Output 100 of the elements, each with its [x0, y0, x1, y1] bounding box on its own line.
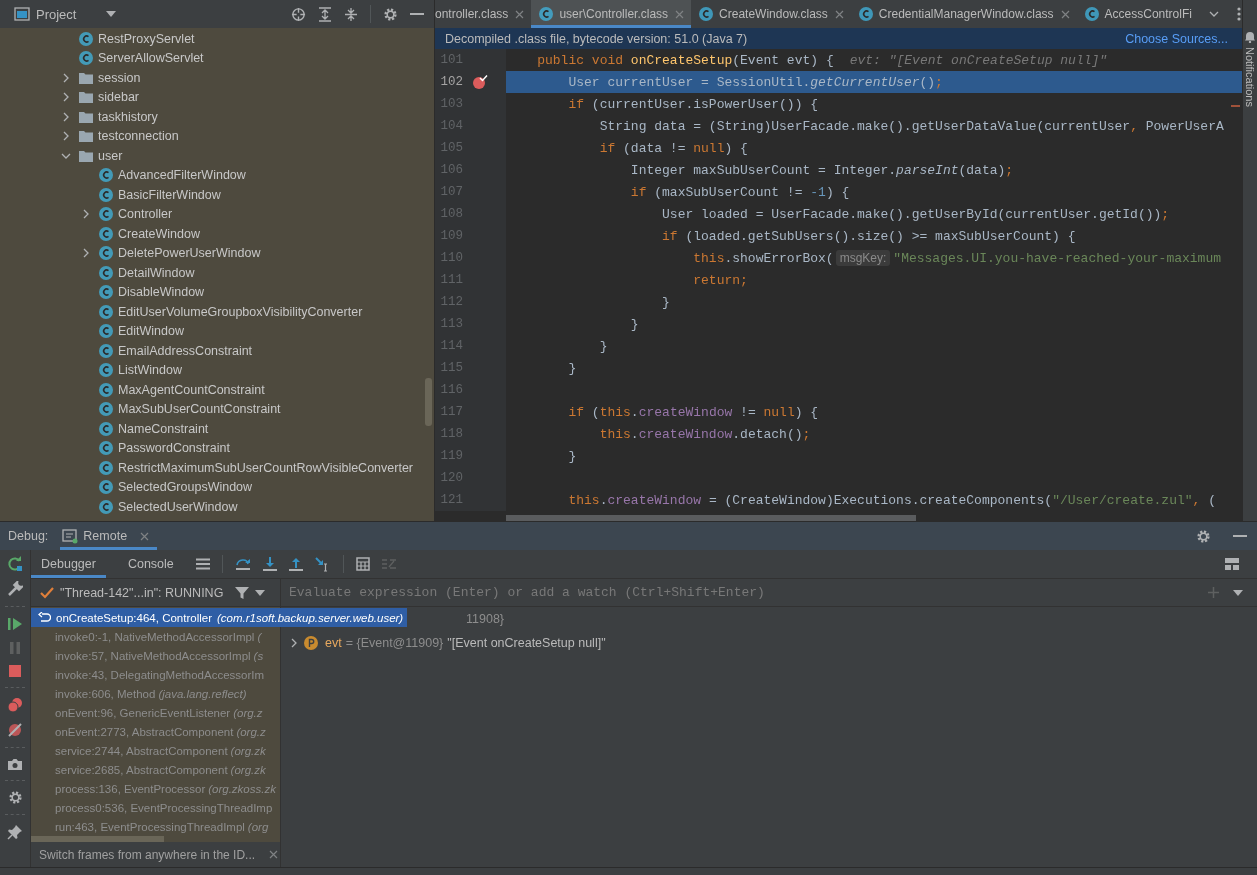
hint-text: Switch frames from anywhere in the ID...: [39, 847, 256, 862]
close-icon[interactable]: [515, 9, 525, 19]
class-icon: [98, 381, 114, 398]
scrollbar-thumb[interactable]: [31, 836, 164, 842]
minimize-icon[interactable]: [410, 12, 424, 16]
class-icon: [98, 498, 114, 515]
settings-icon[interactable]: [7, 790, 23, 805]
line-number: 102: [439, 75, 463, 89]
editor-tab[interactable]: user\Controller.class: [531, 0, 692, 28]
tree-item[interactable]: PasswordConstraint: [118, 441, 230, 456]
tree-item[interactable]: session: [98, 70, 141, 85]
close-icon[interactable]: [1060, 9, 1070, 19]
class-icon: [98, 167, 114, 184]
tree-item[interactable]: ListWindow: [118, 363, 182, 378]
tree-item[interactable]: MaxSubUserCountConstraint: [118, 402, 281, 417]
locate-icon[interactable]: [291, 6, 306, 22]
tree-item[interactable]: RestProxyServlet: [98, 31, 195, 46]
code-text: }: [568, 448, 577, 464]
menu-icon[interactable]: [195, 558, 210, 570]
scrollbar-thumb[interactable]: [506, 515, 916, 521]
tree-item[interactable]: BasicFilterWindow: [118, 187, 221, 202]
editor-tab[interactable]: AccessControlFi: [1076, 0, 1199, 28]
tree-item[interactable]: sidebar: [98, 90, 139, 105]
folder-icon: [78, 109, 94, 124]
mute-breakpoints-icon[interactable]: [7, 722, 23, 738]
more-icon[interactable]: [1236, 7, 1241, 21]
expand-all-icon[interactable]: [318, 6, 332, 22]
tree-item[interactable]: AdvancedFilterWindow: [118, 168, 246, 183]
bell-icon[interactable]: [1244, 30, 1256, 43]
close-icon[interactable]: [269, 850, 279, 859]
filter-icon[interactable]: [235, 585, 250, 600]
settings-icon[interactable]: [1196, 528, 1211, 544]
tree-item[interactable]: DeletePowerUserWindow: [118, 246, 261, 261]
stack-frame[interactable]: onCreateSetup:464, Controller (com.r1soft.backup.server.web.user): [31, 608, 408, 627]
tree-item[interactable]: testconnection: [98, 129, 179, 144]
tree-item[interactable]: ServerAllowServlet: [98, 51, 204, 66]
choose-sources-link[interactable]: Choose Sources...: [1125, 31, 1228, 46]
tree-item[interactable]: taskhistory: [98, 109, 158, 124]
expand-icon[interactable]: [289, 638, 299, 648]
parameter-icon: [303, 635, 319, 651]
tree-item[interactable]: EmailAddressConstraint: [118, 343, 253, 358]
session-tab[interactable]: Remote: [60, 522, 158, 550]
stack-frame[interactable]: invoke0:-1, NativeMethodAccessorImpl (: [31, 627, 262, 646]
minimize-icon[interactable]: [1233, 534, 1247, 538]
dropdown-icon[interactable]: [255, 589, 266, 596]
expand-icon[interactable]: [81, 248, 91, 259]
tree-item[interactable]: MaxAgentCountConstraint: [118, 382, 265, 397]
resume-icon[interactable]: [7, 616, 23, 632]
stop-icon[interactable]: [8, 664, 22, 678]
step-out-icon[interactable]: [288, 556, 303, 572]
class-icon: [78, 50, 94, 67]
inline-value-hint: evt: "[Event onCreateSetup null]": [849, 52, 1108, 68]
tree-item[interactable]: CreateWindow: [118, 226, 200, 241]
step-over-icon[interactable]: [234, 557, 251, 571]
folder-icon: [78, 129, 94, 144]
close-icon[interactable]: [834, 9, 844, 19]
expand-icon[interactable]: [61, 92, 71, 103]
expand-icon[interactable]: [61, 72, 71, 83]
folder-icon: [78, 70, 94, 85]
tree-item[interactable]: EditUserVolumeGroupboxVisibilityConverter: [118, 304, 363, 319]
editor-tab[interactable]: CreateWindow.class: [691, 0, 851, 28]
step-into-icon[interactable]: [262, 556, 277, 572]
code-text: }: [599, 338, 608, 354]
close-icon[interactable]: [140, 531, 150, 541]
calculator-icon[interactable]: [355, 557, 370, 571]
stack-frame[interactable]: run:463, EventProcessingThreadImpl (org: [31, 817, 269, 836]
collapse-all-icon[interactable]: [344, 6, 358, 22]
expand-icon[interactable]: [61, 131, 71, 142]
tree-item[interactable]: NameConstraint: [118, 421, 209, 436]
editor-tab[interactable]: ontroller.class: [435, 0, 532, 28]
debugger-tab[interactable]: Console: [117, 550, 184, 578]
rerun-icon[interactable]: [7, 556, 23, 572]
wrench-icon[interactable]: [7, 581, 23, 597]
dropdown-icon[interactable]: [1233, 589, 1243, 596]
expand-icon[interactable]: [81, 209, 91, 220]
expand-icon[interactable]: [61, 111, 71, 122]
tree-item[interactable]: SelectedGroupsWindow: [118, 480, 253, 495]
scrollbar-thumb[interactable]: [425, 378, 432, 426]
tree-item[interactable]: RestrictMaximumSubUserCountRowVisibleConverter: [118, 460, 413, 475]
folder-icon: [78, 148, 94, 163]
code-text: this.createWindow = (CreateWindow)Executions.createComponents("/User/create.zul", (: [568, 492, 1216, 508]
settings-icon[interactable]: [383, 6, 398, 22]
breakpoint-icon[interactable]: [472, 74, 488, 90]
tree-item[interactable]: Controller: [118, 207, 173, 222]
tree-item[interactable]: user: [98, 148, 123, 163]
layout-icon[interactable]: [1225, 558, 1239, 570]
tree-item[interactable]: EditWindow: [118, 324, 184, 339]
thread-selector[interactable]: "Thread-142"...in": RUNNING: [60, 585, 224, 600]
editor-tab[interactable]: CredentialManagerWindow.class: [850, 0, 1077, 28]
breakpoints-icon[interactable]: [7, 697, 23, 713]
notifications-tab[interactable]: Notifications: [1244, 47, 1256, 107]
tree-item[interactable]: DisableWindow: [118, 285, 205, 300]
dropdown-icon[interactable]: [1208, 9, 1219, 19]
camera-icon[interactable]: [7, 757, 23, 771]
stack-frame[interactable]: invoke:57, NativeMethodAccessorImpl (s: [31, 646, 264, 665]
pin-icon[interactable]: [7, 824, 23, 840]
dropdown-icon[interactable]: [106, 11, 117, 17]
tree-item[interactable]: SelectedUserWindow: [118, 499, 238, 514]
evaluate-field[interactable]: Evaluate expression (Enter) or add a watch (Ctrl+Shift+Enter): [281, 579, 1194, 606]
tree-item[interactable]: DetailWindow: [118, 265, 195, 280]
